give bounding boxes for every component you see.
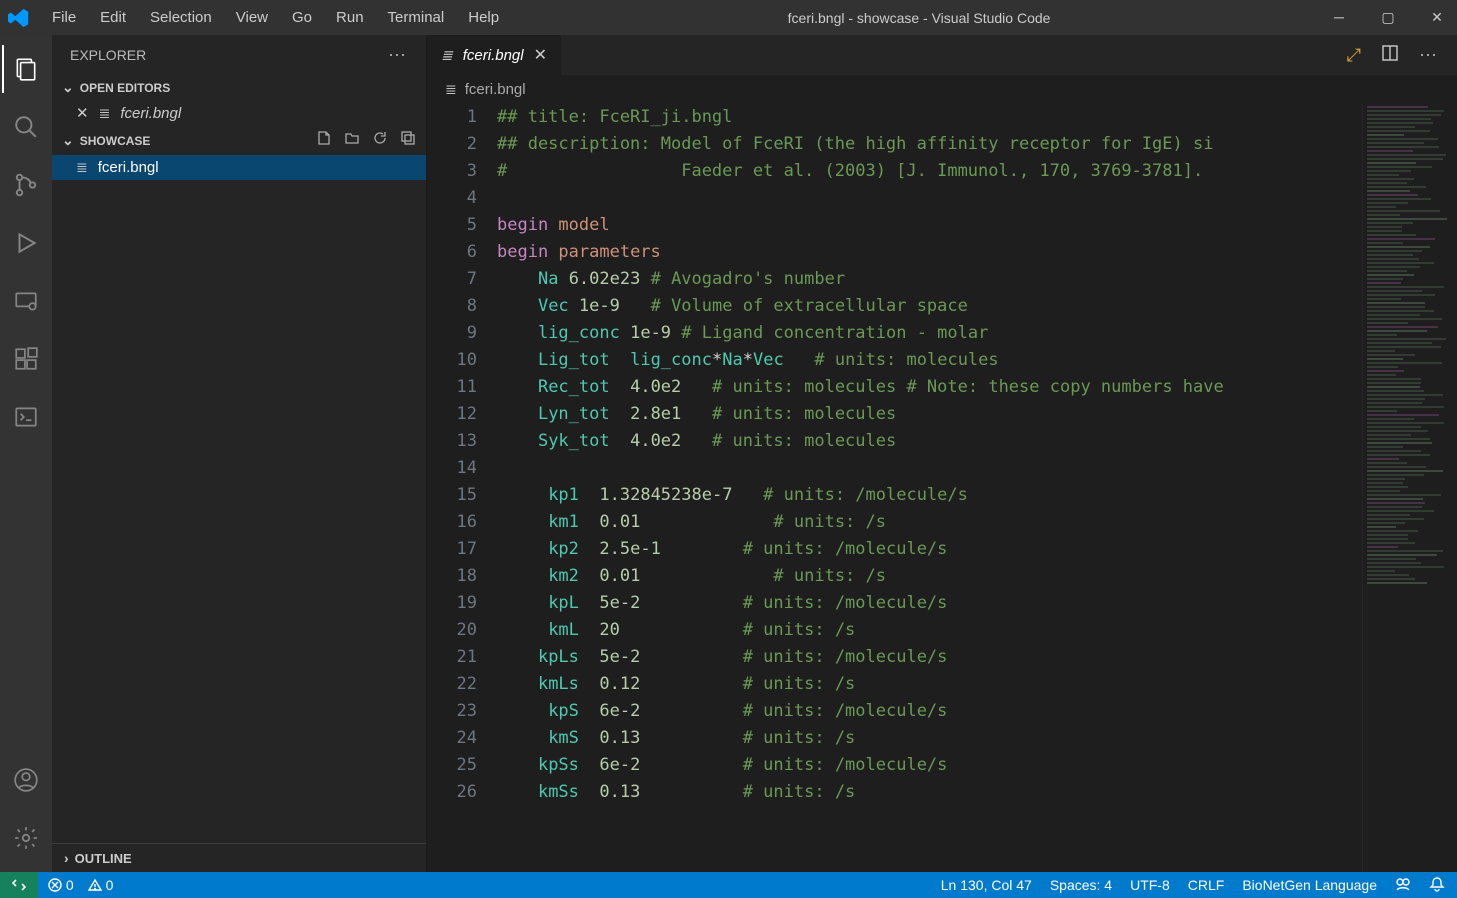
- menu-terminal[interactable]: Terminal: [376, 4, 457, 31]
- terminal-panel-icon[interactable]: [2, 393, 50, 441]
- split-editor-icon[interactable]: [1381, 44, 1399, 67]
- close-editor-icon[interactable]: ✕: [76, 104, 89, 122]
- window-title: fceri.bngl - showcase - Visual Studio Co…: [511, 10, 1327, 26]
- editor-more-icon[interactable]: ⋯: [1419, 45, 1439, 66]
- collapse-all-icon[interactable]: [400, 130, 416, 151]
- code-content[interactable]: ## title: FceRI_ji.bngl## description: M…: [497, 104, 1457, 872]
- source-control-icon[interactable]: [2, 161, 50, 209]
- indentation[interactable]: Spaces: 4: [1050, 877, 1112, 893]
- menu-bar: FileEditSelectionViewGoRunTerminalHelp: [40, 4, 511, 31]
- editor-area: ≣ fceri.bngl ✕ ⤢ ⋯ ≣ fceri.bngl 12345678…: [427, 35, 1457, 872]
- menu-run[interactable]: Run: [324, 4, 376, 31]
- menu-help[interactable]: Help: [456, 4, 511, 31]
- vscode-logo-icon: [8, 7, 30, 29]
- notifications-icon[interactable]: [1429, 876, 1445, 895]
- menu-edit[interactable]: Edit: [88, 4, 138, 31]
- file-icon: ≣: [76, 159, 88, 176]
- breadcrumb[interactable]: ≣ fceri.bngl: [427, 75, 1457, 104]
- code-editor[interactable]: 1234567891011121314151617181920212223242…: [427, 104, 1457, 872]
- open-editor-item[interactable]: ✕ ≣ fceri.bngl: [52, 100, 426, 126]
- line-gutter: 1234567891011121314151617181920212223242…: [427, 104, 497, 872]
- feedback-icon[interactable]: [1395, 876, 1411, 895]
- outline-label: OUTLINE: [75, 851, 132, 866]
- menu-view[interactable]: View: [224, 4, 280, 31]
- remote-indicator[interactable]: [0, 872, 38, 898]
- file-icon: ≣: [99, 105, 111, 122]
- menu-selection[interactable]: Selection: [138, 4, 224, 31]
- file-icon: ≣: [445, 81, 457, 98]
- remote-explorer-icon[interactable]: [2, 277, 50, 325]
- file-icon: ≣: [441, 47, 453, 64]
- menu-file[interactable]: File: [40, 4, 88, 31]
- chevron-down-icon: ⌄: [62, 132, 74, 149]
- open-editor-filename: fceri.bngl: [120, 105, 181, 122]
- tab-bar: ≣ fceri.bngl ✕ ⤢ ⋯: [427, 35, 1457, 75]
- sidebar-title: EXPLORER: [70, 47, 146, 63]
- folder-name-label: SHOWCASE: [80, 134, 151, 148]
- extensions-icon[interactable]: [2, 335, 50, 383]
- warnings-indicator[interactable]: 0: [88, 877, 114, 893]
- debug-icon[interactable]: [2, 219, 50, 267]
- sidebar-header: EXPLORER ⋯: [52, 35, 426, 75]
- open-editors-label: OPEN EDITORS: [80, 81, 170, 95]
- menu-go[interactable]: Go: [280, 4, 324, 31]
- encoding[interactable]: UTF-8: [1130, 877, 1170, 893]
- tab-label: fceri.bngl: [463, 47, 524, 64]
- file-tree-item[interactable]: ≣ fceri.bngl: [52, 155, 426, 180]
- maximize-button[interactable]: ▢: [1376, 9, 1400, 26]
- eol[interactable]: CRLF: [1188, 877, 1225, 893]
- new-folder-icon[interactable]: [344, 130, 360, 151]
- explorer-sidebar: EXPLORER ⋯ ⌄ OPEN EDITORS ✕ ≣ fceri.bngl…: [52, 35, 427, 872]
- chevron-right-icon: ›: [64, 850, 69, 866]
- close-tab-icon[interactable]: ✕: [534, 45, 547, 65]
- compare-changes-icon[interactable]: ⤢: [1347, 45, 1361, 66]
- close-button[interactable]: ✕: [1425, 9, 1449, 26]
- status-bar: 0 0 Ln 130, Col 47 Spaces: 4 UTF-8 CRLF …: [0, 872, 1457, 898]
- folder-header[interactable]: ⌄ SHOWCASE: [52, 126, 426, 155]
- window-controls: ─ ▢ ✕: [1327, 9, 1449, 26]
- title-bar: FileEditSelectionViewGoRunTerminalHelp f…: [0, 0, 1457, 35]
- refresh-icon[interactable]: [372, 130, 388, 151]
- settings-gear-icon[interactable]: [2, 814, 50, 862]
- chevron-down-icon: ⌄: [62, 79, 74, 96]
- open-editors-header[interactable]: ⌄ OPEN EDITORS: [52, 75, 426, 100]
- search-icon[interactable]: [2, 103, 50, 151]
- outline-header[interactable]: › OUTLINE: [52, 843, 426, 872]
- sidebar-more-icon[interactable]: ⋯: [388, 45, 408, 66]
- file-name-label: fceri.bngl: [98, 159, 159, 176]
- editor-tab[interactable]: ≣ fceri.bngl ✕: [427, 35, 562, 75]
- explorer-icon[interactable]: [2, 45, 50, 93]
- errors-indicator[interactable]: 0: [48, 877, 74, 893]
- minimize-button[interactable]: ─: [1327, 9, 1351, 26]
- language-mode[interactable]: BioNetGen Language: [1242, 877, 1377, 893]
- new-file-icon[interactable]: [316, 130, 332, 151]
- account-icon[interactable]: [2, 756, 50, 804]
- cursor-position[interactable]: Ln 130, Col 47: [941, 877, 1032, 893]
- breadcrumb-label: fceri.bngl: [465, 81, 526, 98]
- activity-bar: [0, 35, 52, 872]
- minimap[interactable]: [1362, 104, 1457, 872]
